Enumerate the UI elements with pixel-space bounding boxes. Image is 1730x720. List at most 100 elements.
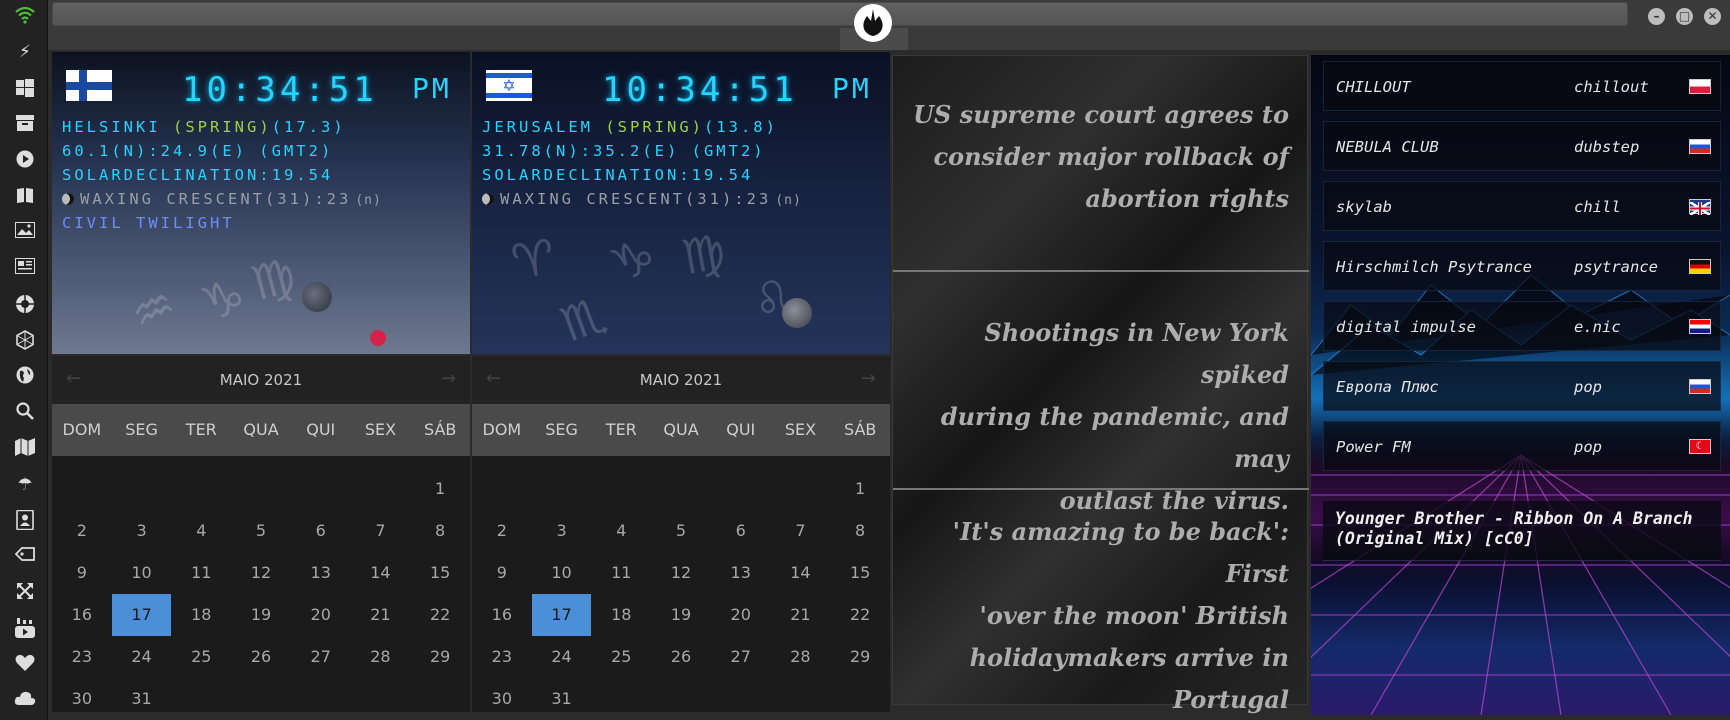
- maximize-button[interactable]: □: [1676, 8, 1693, 25]
- news-icon[interactable]: [14, 258, 36, 280]
- calendar-day[interactable]: 12: [651, 552, 711, 594]
- calendar-day[interactable]: 30: [52, 678, 112, 720]
- calendar-day[interactable]: 19: [231, 594, 291, 636]
- wifi-icon[interactable]: [14, 6, 36, 28]
- minimize-button[interactable]: –: [1648, 8, 1665, 25]
- calendar-day[interactable]: 5: [231, 510, 291, 552]
- calendar-day[interactable]: 29: [410, 636, 470, 678]
- calendar-day-selected[interactable]: 17: [531, 594, 592, 636]
- umbrella-icon[interactable]: ☂: [14, 474, 36, 496]
- search-icon[interactable]: [14, 402, 36, 424]
- calendar-day[interactable]: 31: [532, 678, 592, 720]
- calendar-day[interactable]: 22: [830, 594, 890, 636]
- calendar-day[interactable]: 7: [351, 510, 411, 552]
- calendar-day[interactable]: 13: [711, 552, 771, 594]
- calendar-day[interactable]: 27: [711, 636, 771, 678]
- calendar-day[interactable]: 6: [711, 510, 771, 552]
- station-row[interactable]: Power FM pop ☾: [1323, 421, 1721, 471]
- archive-icon[interactable]: [14, 114, 36, 136]
- calendar-day[interactable]: 28: [771, 636, 831, 678]
- contacts-icon[interactable]: [14, 509, 36, 532]
- station-row[interactable]: digital impulse e.nic: [1323, 301, 1721, 351]
- calendar-day[interactable]: 21: [351, 594, 411, 636]
- calendar-day[interactable]: 1: [410, 468, 470, 510]
- rebel-alliance-logo-icon[interactable]: [854, 4, 892, 42]
- calendar-day[interactable]: 20: [711, 594, 771, 636]
- prev-month-button[interactable]: ←: [66, 368, 81, 389]
- globe-icon[interactable]: [14, 366, 36, 388]
- calendar-day[interactable]: 25: [171, 636, 231, 678]
- news-headline[interactable]: 'It's amazing to be back': First 'over t…: [893, 511, 1289, 720]
- close-button[interactable]: ✕: [1704, 8, 1721, 25]
- image-icon[interactable]: [14, 222, 36, 244]
- cloud-icon[interactable]: [14, 690, 36, 712]
- calendar-day[interactable]: 16: [52, 594, 112, 636]
- calendar-day-selected[interactable]: 17: [111, 594, 172, 636]
- calendar-day[interactable]: 29: [830, 636, 890, 678]
- calendar-day[interactable]: 14: [771, 552, 831, 594]
- calendar-day[interactable]: 11: [171, 552, 231, 594]
- calendar-day[interactable]: 2: [472, 510, 532, 552]
- calendar-day[interactable]: 15: [830, 552, 890, 594]
- calendar-day[interactable]: 26: [231, 636, 291, 678]
- news-headline[interactable]: Shootings in New York spiked during the …: [893, 312, 1289, 522]
- calendar-day[interactable]: 3: [532, 510, 592, 552]
- calendar-day[interactable]: 16: [472, 594, 532, 636]
- rebel-icon[interactable]: [14, 294, 36, 316]
- calendar-day[interactable]: 8: [830, 510, 890, 552]
- tag-icon[interactable]: [14, 546, 36, 568]
- news-headline[interactable]: US supreme court agrees to consider majo…: [913, 94, 1289, 220]
- calendar-day[interactable]: 13: [291, 552, 351, 594]
- station-row[interactable]: Hirschmilch Psytrance psytrance: [1323, 241, 1721, 291]
- calendar-day[interactable]: 9: [472, 552, 532, 594]
- windows-icon[interactable]: [14, 79, 36, 101]
- youtube-icon[interactable]: [14, 618, 36, 640]
- play-icon[interactable]: [14, 150, 36, 172]
- calendar-day[interactable]: 23: [52, 636, 112, 678]
- calendar-day[interactable]: 3: [112, 510, 172, 552]
- calendar-day[interactable]: 8: [410, 510, 470, 552]
- calendar-day[interactable]: 12: [231, 552, 291, 594]
- calendar-day[interactable]: 10: [532, 552, 592, 594]
- calendar-day[interactable]: 14: [351, 552, 411, 594]
- calendar-day[interactable]: 20: [291, 594, 351, 636]
- calendar-day[interactable]: 2: [52, 510, 112, 552]
- calendar-day[interactable]: 7: [771, 510, 831, 552]
- station-row[interactable]: CHILLOUT chillout: [1323, 61, 1721, 111]
- calendar-day[interactable]: 25: [591, 636, 651, 678]
- calendar-day[interactable]: 28: [351, 636, 411, 678]
- station-row[interactable]: skylab chill: [1323, 181, 1721, 231]
- calendar-day[interactable]: 5: [651, 510, 711, 552]
- hexagon-icon[interactable]: [14, 330, 36, 352]
- calendar-day[interactable]: 1: [830, 468, 890, 510]
- calendar-day[interactable]: 23: [472, 636, 532, 678]
- calendar-day[interactable]: 26: [651, 636, 711, 678]
- book-icon[interactable]: [14, 186, 36, 208]
- calendar-day[interactable]: 21: [771, 594, 831, 636]
- station-row[interactable]: Европа Плюс pop: [1323, 361, 1721, 411]
- calendar-day[interactable]: 18: [591, 594, 651, 636]
- next-month-button[interactable]: →: [441, 368, 456, 389]
- heart-icon[interactable]: [14, 654, 36, 676]
- calendar-day[interactable]: 30: [472, 678, 532, 720]
- lightning-icon[interactable]: ⚡: [14, 41, 36, 63]
- calendar-day[interactable]: 24: [532, 636, 592, 678]
- calendar-day[interactable]: 19: [651, 594, 711, 636]
- calendar-day[interactable]: 11: [591, 552, 651, 594]
- calendar-day[interactable]: 6: [291, 510, 351, 552]
- calendar-day[interactable]: 4: [591, 510, 651, 552]
- address-bar[interactable]: [52, 2, 1628, 26]
- calendar-day[interactable]: 9: [52, 552, 112, 594]
- map-icon[interactable]: [14, 438, 36, 460]
- calendar-day[interactable]: 10: [112, 552, 172, 594]
- calendar-day[interactable]: 27: [291, 636, 351, 678]
- expand-icon[interactable]: [14, 582, 36, 604]
- calendar-day[interactable]: 15: [410, 552, 470, 594]
- station-row[interactable]: NEBULA CLUB dubstep: [1323, 121, 1721, 171]
- calendar-day[interactable]: 24: [112, 636, 172, 678]
- calendar-day[interactable]: 22: [410, 594, 470, 636]
- calendar-day[interactable]: 18: [171, 594, 231, 636]
- calendar-day[interactable]: 31: [112, 678, 172, 720]
- calendar-day[interactable]: 4: [171, 510, 231, 552]
- prev-month-button[interactable]: ←: [486, 368, 501, 389]
